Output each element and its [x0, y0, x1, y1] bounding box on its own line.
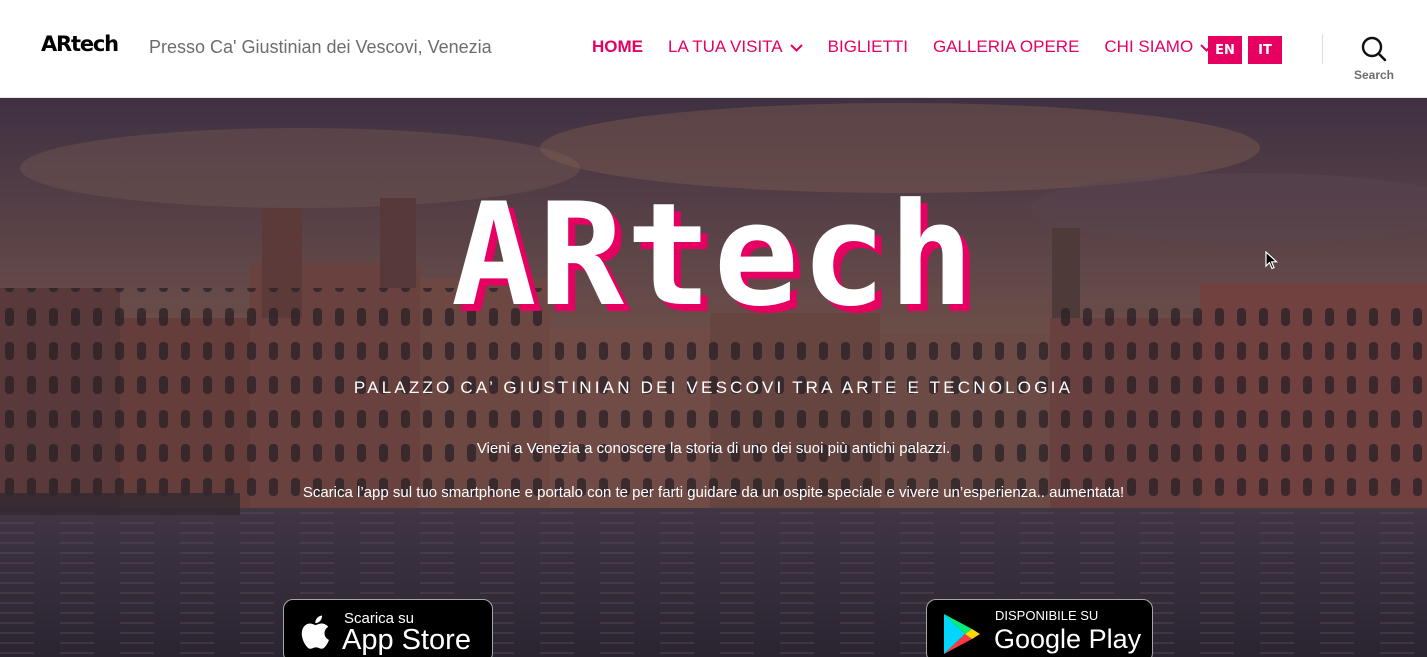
search-label: Search: [1353, 68, 1395, 82]
nav-item-la-tua-visita[interactable]: LA TUA VISITA: [668, 37, 803, 57]
nav-item-label: GALLERIA OPERE: [932, 37, 1080, 56]
search-icon: [1361, 36, 1387, 62]
language-en-button[interactable]: EN: [1208, 36, 1242, 64]
hero-intro-text: Vieni a Venezia a conoscere la storia di…: [476, 440, 951, 457]
chevron-down-icon: [789, 43, 803, 52]
hero-subtitle: PALAZZO CA’ GIUSTINIAN DEI VESCOVI TRA A…: [353, 378, 1074, 397]
nav-item-galleria-opere[interactable]: GALLERIA OPERE: [933, 37, 1079, 57]
google-play-small-label: DISPONIBILE SU: [995, 608, 1099, 623]
site-header: ARtech Presso Ca' Giustinian dei Vescovi…: [0, 0, 1427, 98]
apple-icon: [301, 615, 329, 649]
search-toggle-button[interactable]: Search: [1348, 36, 1400, 84]
language-it-button[interactable]: IT: [1248, 36, 1282, 64]
header-divider: [1322, 34, 1323, 64]
hero-section: ARtech PALAZZO CA’ GIUSTINIAN DEI VESCOV…: [0, 98, 1427, 657]
nav-item-chi-siamo[interactable]: CHI SIAMO: [1104, 37, 1213, 57]
main-nav: HOME LA TUA VISITA BIGLIETTI GALLERIA OP…: [592, 37, 1238, 57]
mouse-cursor-icon: [1265, 251, 1278, 270]
hero-download-text: Scarica l’app sul tuo smartphone e porta…: [302, 484, 1125, 501]
google-play-big-label: Google Play: [994, 624, 1142, 654]
nav-item-label: BIGLIETTI: [827, 37, 908, 56]
nav-item-label: CHI SIAMO: [1104, 37, 1194, 56]
google-play-button[interactable]: DISPONIBILE SU Google Play: [926, 599, 1153, 657]
nav-item-home[interactable]: HOME: [592, 37, 643, 57]
site-tagline: Presso Ca' Giustinian dei Vescovi, Venez…: [149, 37, 492, 57]
nav-item-biglietti[interactable]: BIGLIETTI: [828, 37, 908, 57]
nav-item-label: HOME: [592, 37, 643, 56]
nav-item-label: LA TUA VISITA: [668, 37, 783, 56]
site-logo[interactable]: ARtech: [41, 32, 119, 56]
hero-title: ARtech: [451, 173, 976, 338]
app-store-button[interactable]: Scarica su App Store: [283, 599, 493, 657]
google-play-icon: [944, 614, 980, 654]
app-store-big-label: App Store: [342, 624, 471, 656]
